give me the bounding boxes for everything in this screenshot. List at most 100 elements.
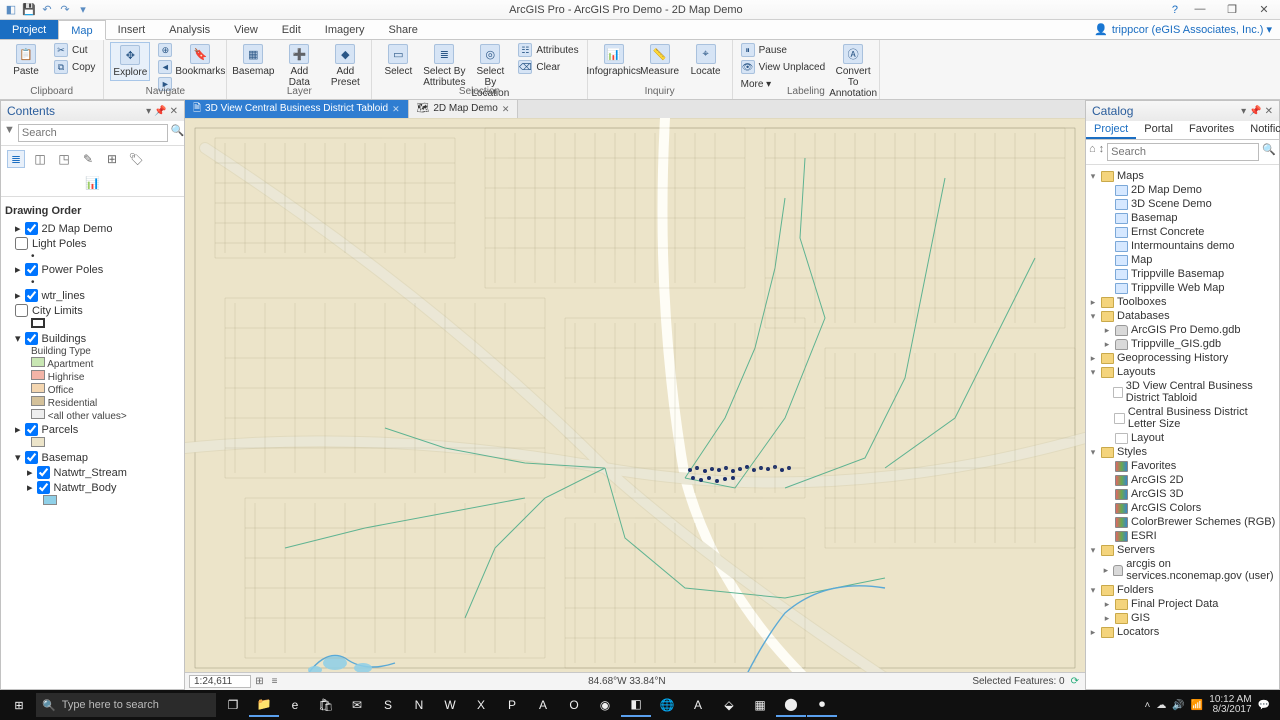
undo-icon[interactable]: ↶ xyxy=(40,3,54,17)
filter-icon[interactable]: ▼ xyxy=(4,124,15,142)
signed-in-user[interactable]: 👤 trippcor (eGIS Associates, Inc.) ▾ xyxy=(1094,20,1280,39)
add-preset-button[interactable]: ◆Add Preset xyxy=(325,42,365,90)
tab-share[interactable]: Share xyxy=(377,20,430,39)
tab-insert[interactable]: Insert xyxy=(106,20,158,39)
catalog-tab-project[interactable]: Project xyxy=(1086,121,1136,139)
view-unplaced-button[interactable]: 👁View Unplaced xyxy=(739,59,828,75)
chrome-icon[interactable]: ◉ xyxy=(590,693,620,717)
contents-search-input[interactable] xyxy=(18,124,168,142)
excel-icon[interactable]: X xyxy=(466,693,496,717)
clock[interactable]: 10:12 AM8/3/2017 xyxy=(1209,695,1251,716)
tab-project[interactable]: Project xyxy=(0,20,58,39)
explore-button[interactable]: ✥Explore xyxy=(110,42,150,81)
layer-wtr-lines[interactable]: ▸ wtr_lines xyxy=(5,288,180,303)
redo-icon[interactable]: ↷ xyxy=(58,3,72,17)
tree-item[interactable]: Layout xyxy=(1088,431,1277,445)
nav-prev-extent[interactable]: ◄ xyxy=(156,59,174,75)
minimize-button[interactable]: — xyxy=(1188,3,1212,16)
layer-city-limits[interactable]: City Limits xyxy=(5,303,180,318)
catalog-search-input[interactable] xyxy=(1107,143,1259,161)
pane-options-icon[interactable]: ▾ xyxy=(146,106,151,117)
tree-item[interactable]: Favorites xyxy=(1088,459,1277,473)
pause-labeling-button[interactable]: ⏸Pause xyxy=(739,42,828,58)
camtasia-icon[interactable]: ⬤ xyxy=(776,693,806,717)
maximize-button[interactable]: ❐ xyxy=(1220,3,1244,16)
store-icon[interactable]: 🛍 xyxy=(311,693,341,717)
tree-item[interactable]: Ernst Concrete xyxy=(1088,225,1277,239)
outlook-icon[interactable]: O xyxy=(559,693,589,717)
select-button[interactable]: ▭Select xyxy=(378,42,418,79)
tray-icon[interactable]: ☁ xyxy=(1156,700,1166,711)
catalog-tab-portal[interactable]: Portal xyxy=(1136,121,1181,139)
search-icon[interactable]: 🔍 xyxy=(171,124,185,142)
layer-natwtr-stream[interactable]: ▸ Natwtr_Stream xyxy=(5,465,180,480)
tree-item[interactable]: Trippville Basemap xyxy=(1088,267,1277,281)
node-folders[interactable]: ▾Folders xyxy=(1088,583,1277,597)
node-toolboxes[interactable]: ▸Toolboxes xyxy=(1088,295,1277,309)
node-layouts[interactable]: ▾Layouts xyxy=(1088,365,1277,379)
copy-button[interactable]: ⧉Copy xyxy=(52,59,97,75)
layer-power-poles[interactable]: ▸ Power Poles xyxy=(5,262,180,277)
arcgis-pro-icon[interactable]: ◧ xyxy=(621,693,651,717)
attributes-button[interactable]: ☷Attributes xyxy=(516,42,580,58)
tab-view[interactable]: View xyxy=(222,20,270,39)
tree-item[interactable]: ▸arcgis on services.nconemap.gov (user) xyxy=(1088,557,1277,583)
tree-item[interactable]: ArcGIS 3D xyxy=(1088,487,1277,501)
close-tab-icon[interactable]: ✕ xyxy=(392,100,400,118)
list-drawing-order-icon[interactable]: ≣ xyxy=(7,150,25,168)
acrobat-icon[interactable]: A xyxy=(683,693,713,717)
list-labeling-icon[interactable]: 🏷 xyxy=(127,150,145,168)
map-canvas[interactable] xyxy=(185,118,1085,672)
tree-item[interactable]: Map xyxy=(1088,253,1277,267)
tree-item[interactable]: ColorBrewer Schemes (RGB) xyxy=(1088,515,1277,529)
tab-edit[interactable]: Edit xyxy=(270,20,313,39)
powerpoint-icon[interactable]: P xyxy=(497,693,527,717)
scale-combo[interactable]: 1:24,611 xyxy=(189,675,251,688)
arcmap-icon[interactable]: 🌐 xyxy=(652,693,682,717)
tree-item[interactable]: 2D Map Demo xyxy=(1088,183,1277,197)
taskbar-search[interactable]: 🔍 Type here to search xyxy=(36,693,216,717)
cut-button[interactable]: ✂Cut xyxy=(52,42,97,58)
tray-icon[interactable]: 🔊 xyxy=(1172,700,1184,711)
word-icon[interactable]: W xyxy=(435,693,465,717)
recorder-icon[interactable]: ⏺ xyxy=(807,693,837,717)
pane-pin-icon[interactable]: 📌 xyxy=(1249,106,1261,117)
access-icon[interactable]: A xyxy=(528,693,558,717)
tree-item[interactable]: Intermountains demo xyxy=(1088,239,1277,253)
file-explorer-icon[interactable]: 📁 xyxy=(249,693,279,717)
pane-close-icon[interactable]: ✕ xyxy=(170,106,178,117)
layer-buildings[interactable]: ▾ Buildings xyxy=(5,331,180,346)
edge-icon[interactable]: e xyxy=(280,693,310,717)
app-icon[interactable]: ▦ xyxy=(745,693,775,717)
layer-parcels[interactable]: ▸ Parcels xyxy=(5,422,180,437)
skype-icon[interactable]: S xyxy=(373,693,403,717)
close-tab-icon[interactable]: ✕ xyxy=(502,100,510,118)
basemap-button[interactable]: ▦Basemap xyxy=(233,42,273,79)
catalog-tab-notifications[interactable]: Notification xyxy=(1242,121,1280,139)
node-servers[interactable]: ▾Servers xyxy=(1088,543,1277,557)
tree-item[interactable]: ▸GIS xyxy=(1088,611,1277,625)
list-snapping-icon[interactable]: ⊞ xyxy=(103,150,121,168)
nav-full-extent[interactable]: ⊕ xyxy=(156,42,174,58)
node-styles[interactable]: ▾Styles xyxy=(1088,445,1277,459)
outlook-icon[interactable]: ✉ xyxy=(342,693,372,717)
sort-icon[interactable]: ↕ xyxy=(1099,143,1105,161)
onenote-icon[interactable]: N xyxy=(404,693,434,717)
notifications-icon[interactable]: 💬 xyxy=(1258,700,1270,711)
tree-item[interactable]: Central Business District Letter Size xyxy=(1088,405,1277,431)
task-view-icon[interactable]: ❐ xyxy=(218,693,248,717)
paste-button[interactable]: 📋Paste xyxy=(6,42,46,79)
help-icon[interactable]: ? xyxy=(1162,4,1188,16)
tab-map[interactable]: Map xyxy=(58,20,105,40)
status-tool-icon[interactable]: ≡ xyxy=(268,676,282,687)
tree-item[interactable]: ESRI xyxy=(1088,529,1277,543)
select-by-attributes-button[interactable]: ≣Select By Attributes xyxy=(424,42,464,90)
pane-pin-icon[interactable]: 📌 xyxy=(154,106,166,117)
tree-item[interactable]: ▸Trippville_GIS.gdb xyxy=(1088,337,1277,351)
list-editing-icon[interactable]: ✎ xyxy=(79,150,97,168)
layer-natwtr-body[interactable]: ▸ Natwtr_Body xyxy=(5,480,180,495)
locate-button[interactable]: ⌖Locate xyxy=(686,42,726,79)
tab-analysis[interactable]: Analysis xyxy=(157,20,222,39)
node-locators[interactable]: ▸Locators xyxy=(1088,625,1277,639)
status-tool-icon[interactable]: ⊞ xyxy=(251,676,267,687)
